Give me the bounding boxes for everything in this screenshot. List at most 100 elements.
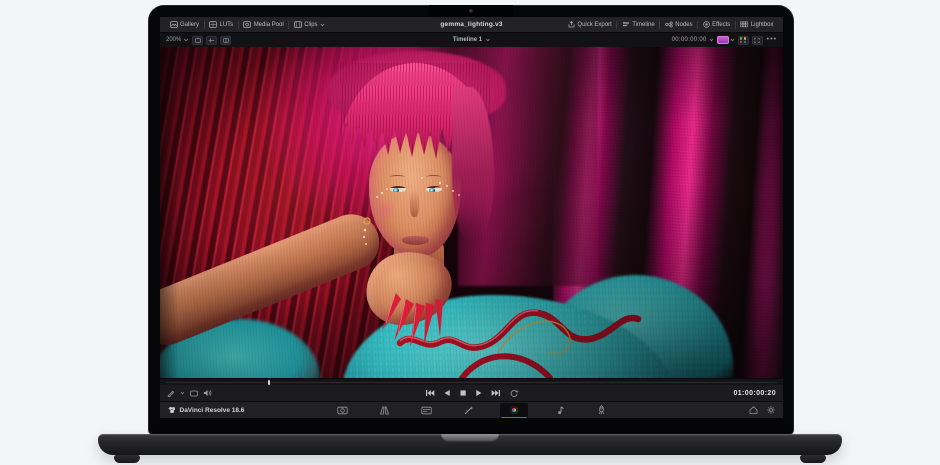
page-bar-right-tools	[749, 406, 775, 414]
laptop-foot	[114, 455, 140, 463]
clips-label: Clips	[304, 22, 317, 28]
chevron-down-icon[interactable]	[180, 391, 185, 395]
main-toolbar: Gallery LUTs Media Pool Clips	[160, 17, 783, 32]
gallery-button[interactable]: Gallery	[165, 17, 204, 32]
davinci-resolve-logo-icon	[168, 407, 176, 413]
effects-icon	[703, 21, 710, 28]
luts-label: LUTs	[220, 22, 234, 28]
unmix-toggle[interactable]	[206, 36, 217, 45]
loop-playback-button[interactable]	[509, 389, 518, 397]
media-pool-label: Media Pool	[254, 22, 284, 28]
split-screen-toggle[interactable]	[220, 36, 231, 45]
page-navigation-bar: DaVinci Resolve 18.6	[160, 401, 783, 418]
timeline-selector[interactable]: Timeline 1	[453, 33, 490, 47]
media-pool-icon	[243, 21, 251, 28]
chevron-down-icon	[709, 38, 714, 42]
lightbox-icon	[740, 21, 748, 28]
laptop-base	[98, 434, 842, 455]
viewer-image	[160, 47, 783, 378]
clips-icon	[294, 21, 302, 28]
toolbar-left-group: Gallery LUTs Media Pool Clips	[165, 17, 330, 32]
play-reverse-button[interactable]	[443, 389, 450, 397]
image-wipe-icon[interactable]	[190, 390, 198, 397]
go-to-end-button[interactable]	[491, 389, 500, 397]
page-edit[interactable]	[416, 404, 437, 417]
page-media[interactable]	[332, 404, 353, 417]
quick-export-icon	[568, 21, 575, 28]
viewer-options-bar: 200% Timeline 1 00:00:00:00	[160, 32, 783, 47]
effects-button[interactable]: Effects	[698, 17, 735, 32]
quick-export-button[interactable]: Quick Export	[563, 17, 616, 32]
page-color-active[interactable]	[500, 403, 528, 418]
page-deliver[interactable]	[591, 404, 612, 417]
zoom-select[interactable]: 200%	[166, 33, 189, 47]
timeline-name: Timeline 1	[453, 37, 482, 43]
timeline-button[interactable]: Timeline	[617, 17, 659, 32]
timeline-icon	[622, 21, 630, 28]
color-page-icon	[510, 406, 518, 414]
bypass-grades-toggle[interactable]	[192, 36, 203, 45]
chevron-down-icon	[183, 38, 189, 42]
source-timecode: 00:00:00:00	[672, 37, 707, 43]
chevron-down-icon	[320, 23, 325, 27]
cut-page-icon	[379, 406, 390, 415]
source-timecode-field[interactable]: 00:00:00:00	[672, 33, 714, 47]
project-title: gemma_lighting.v3	[440, 21, 502, 28]
facetime-camera	[469, 9, 473, 13]
fairlight-page-icon	[555, 406, 564, 415]
record-timecode-field[interactable]: 01:00:00:20	[733, 390, 776, 397]
laptop-foot	[800, 455, 826, 463]
lid-thumb-scoop	[441, 434, 499, 442]
media-pool-button[interactable]: Media Pool	[239, 17, 289, 32]
transport-bar: 01:00:00:20	[160, 385, 783, 401]
clips-button[interactable]: Clips	[289, 17, 329, 32]
timeline-label: Timeline	[632, 22, 654, 28]
fusion-page-icon	[463, 406, 474, 415]
edit-page-icon	[421, 406, 432, 415]
page-fusion[interactable]	[458, 404, 479, 417]
quick-export-label: Quick Export	[577, 22, 611, 28]
luts-icon	[209, 21, 217, 28]
deliver-page-icon	[597, 405, 606, 415]
nodes-button[interactable]: Nodes	[660, 17, 697, 32]
viewer-tools	[167, 389, 212, 397]
lightbox-button[interactable]: Lightbox	[736, 17, 778, 32]
zoom-level: 200%	[166, 37, 181, 43]
lightbox-label: Lightbox	[751, 22, 774, 28]
play-button[interactable]	[475, 389, 482, 397]
gallery-icon	[170, 21, 178, 28]
enhanced-viewer-toggle[interactable]	[717, 36, 729, 44]
photo-nails-layer	[160, 47, 783, 378]
viewer-scrubber[interactable]	[160, 378, 783, 385]
expand-viewer-button[interactable]	[752, 36, 763, 45]
app-version-label: DaVinci Resolve 18.6	[180, 407, 245, 414]
scopes-icon	[740, 37, 747, 42]
bypass-grades-icon	[195, 38, 201, 43]
transport-controls	[425, 389, 518, 397]
unmix-icon	[208, 38, 215, 43]
davinci-resolve-window: Gallery LUTs Media Pool Clips	[160, 17, 783, 418]
audio-mute-icon[interactable]	[203, 389, 212, 397]
stop-button[interactable]	[459, 389, 466, 397]
apple-macbook-marketing-shot: Gallery LUTs Media Pool Clips	[0, 0, 940, 465]
effects-label: Effects	[712, 22, 730, 28]
nodes-icon	[665, 21, 673, 28]
project-settings-gear-button[interactable]	[767, 406, 775, 414]
title-area: gemma_lighting.v3	[440, 17, 502, 32]
scopes-button[interactable]	[738, 36, 749, 45]
chevron-down-icon[interactable]	[730, 38, 735, 42]
luts-button[interactable]: LUTs	[205, 17, 238, 32]
chevron-down-icon	[485, 38, 490, 42]
page-tabs	[332, 402, 612, 418]
gallery-label: Gallery	[180, 22, 199, 28]
toolbar-right-group: Quick Export Timeline Nodes Effects	[563, 17, 778, 32]
onscreen-controls-icon[interactable]	[167, 389, 175, 397]
page-fairlight[interactable]	[549, 404, 570, 417]
photo-red-nails	[382, 293, 443, 347]
project-home-button[interactable]	[749, 406, 758, 414]
go-to-start-button[interactable]	[425, 389, 434, 397]
page-cut[interactable]	[374, 404, 395, 417]
app-brand: DaVinci Resolve 18.6	[168, 407, 244, 414]
expand-icon	[754, 38, 760, 43]
nodes-label: Nodes	[675, 22, 692, 28]
